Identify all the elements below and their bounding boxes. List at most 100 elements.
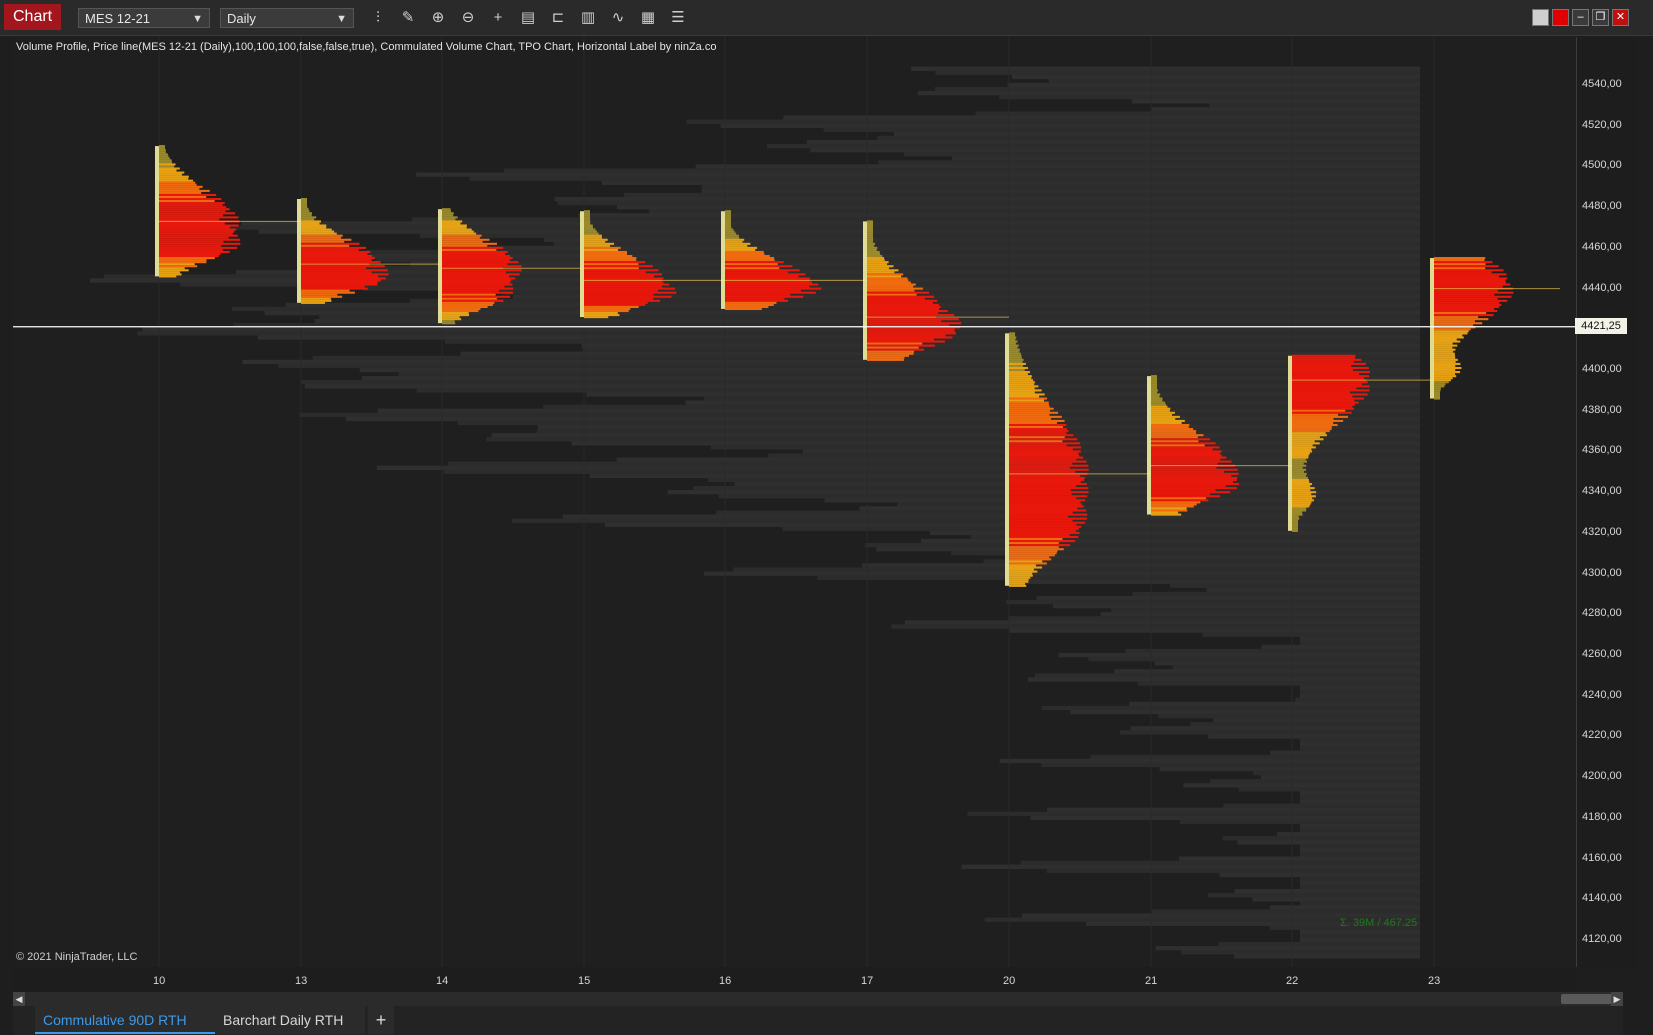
profile-row xyxy=(1434,257,1486,260)
profile-row xyxy=(1009,381,1035,384)
profile-row xyxy=(725,257,775,260)
price-tick-label: 4540,00 xyxy=(1582,78,1622,90)
profile-row xyxy=(1151,401,1165,404)
profile-row xyxy=(1151,483,1240,486)
profile-row xyxy=(301,224,327,227)
profile-row xyxy=(584,212,590,215)
profile-row xyxy=(1009,462,1073,465)
scroll-right-icon[interactable]: ▶ xyxy=(1611,992,1623,1006)
cumulative-volume-row xyxy=(278,363,1421,369)
profile-row xyxy=(725,234,739,237)
cumulative-volume-row xyxy=(301,380,1420,385)
profile-row xyxy=(584,232,599,235)
profile-row xyxy=(1009,542,1059,545)
profile-row xyxy=(301,220,322,223)
profile-row xyxy=(1292,454,1309,457)
profile-row xyxy=(301,275,379,278)
profile-row xyxy=(867,314,954,317)
tab-barchart-daily-rth[interactable]: Barchart Daily RTH xyxy=(215,1006,365,1034)
profile-row xyxy=(725,226,732,229)
profile-row xyxy=(1434,283,1511,286)
profile-row xyxy=(1009,556,1050,559)
profile-row xyxy=(1009,397,1048,400)
profile-row xyxy=(1151,452,1220,455)
cumulative-volume-row xyxy=(578,213,1420,218)
cumulative-volume-row xyxy=(1300,693,1420,698)
profile-row xyxy=(584,240,606,243)
profile-row xyxy=(867,248,877,251)
profile-row xyxy=(442,269,522,272)
profile-row xyxy=(442,218,456,221)
cumulative-volume-row xyxy=(1210,779,1420,784)
profile-row xyxy=(584,230,597,233)
cumulative-volume-row xyxy=(624,192,1420,198)
profile-row xyxy=(1009,468,1089,471)
tab-commulative-90d-rth[interactable]: Commulative 90D RTH xyxy=(35,1006,215,1034)
price-axis[interactable] xyxy=(1576,37,1637,967)
profile-row xyxy=(301,248,359,251)
profile-row xyxy=(1292,474,1307,477)
profile-row xyxy=(1009,432,1067,435)
profile-row xyxy=(159,259,207,262)
scroll-left-icon[interactable]: ◀ xyxy=(13,992,25,1006)
cumulative-volume-row xyxy=(1300,880,1420,886)
profile-row xyxy=(725,299,789,302)
cumulative-volume-row xyxy=(1218,941,1420,947)
cumulative-volume-row xyxy=(1030,815,1420,821)
scroll-thumb[interactable] xyxy=(1561,994,1617,1004)
profile-row xyxy=(159,153,168,156)
profile-row xyxy=(867,307,940,311)
profile-row xyxy=(867,240,873,243)
profile-row xyxy=(1009,393,1045,396)
cumulative-volume-row xyxy=(1300,848,1420,853)
profile-row xyxy=(867,277,908,280)
profile-row xyxy=(867,303,939,306)
cumulative-volume-row xyxy=(457,420,1420,426)
profile-row xyxy=(442,261,519,264)
profile-row xyxy=(442,320,455,323)
profile-row xyxy=(867,267,890,270)
profile-row xyxy=(159,193,217,197)
profile-row xyxy=(1009,562,1047,565)
profile-row xyxy=(1009,352,1021,355)
profile-row xyxy=(1151,385,1157,388)
profile-row xyxy=(1292,446,1316,449)
profile-row xyxy=(301,273,389,276)
profile-row xyxy=(301,246,367,249)
profile-row xyxy=(1434,344,1458,347)
profile-row xyxy=(1009,456,1084,459)
profile-row xyxy=(301,236,342,239)
profile-row xyxy=(1009,513,1088,516)
cumulative-volume-row xyxy=(1208,734,1420,739)
time-axis[interactable] xyxy=(13,967,1576,992)
date-tick-label: 16 xyxy=(719,975,732,987)
price-tick-label: 4320,00 xyxy=(1582,525,1622,538)
profile-row xyxy=(1009,411,1059,414)
cumulative-volume-row xyxy=(904,620,1420,625)
cumulative-volume-row xyxy=(806,139,1420,145)
cumulative-volume-row xyxy=(1041,705,1420,711)
cumulative-volume-row xyxy=(1270,905,1420,910)
profile-row xyxy=(584,267,639,270)
profile-row xyxy=(725,283,819,286)
date-tick-label: 21 xyxy=(1145,975,1158,987)
profile-row xyxy=(442,283,513,286)
cumulative-volume-row xyxy=(1155,946,1420,951)
profile-row xyxy=(442,242,497,245)
horizontal-scrollbar[interactable]: ◀ ▶ xyxy=(13,992,1623,1006)
profile-row xyxy=(301,226,327,229)
profile-row xyxy=(1151,403,1167,406)
profile-row xyxy=(1434,324,1474,327)
profile-row xyxy=(1009,446,1082,449)
profile-row xyxy=(1292,362,1366,365)
profile-row xyxy=(159,228,237,231)
profile-row xyxy=(1151,405,1168,408)
add-tab-button[interactable]: + xyxy=(368,1006,394,1034)
cumulative-volume-row xyxy=(1300,795,1420,800)
profile-row xyxy=(584,248,619,251)
cumulative-volume-row xyxy=(810,148,1420,153)
profile-row xyxy=(1434,322,1483,325)
profile-row xyxy=(1292,478,1309,482)
profile-row xyxy=(1434,395,1440,398)
profile-row xyxy=(159,257,215,260)
